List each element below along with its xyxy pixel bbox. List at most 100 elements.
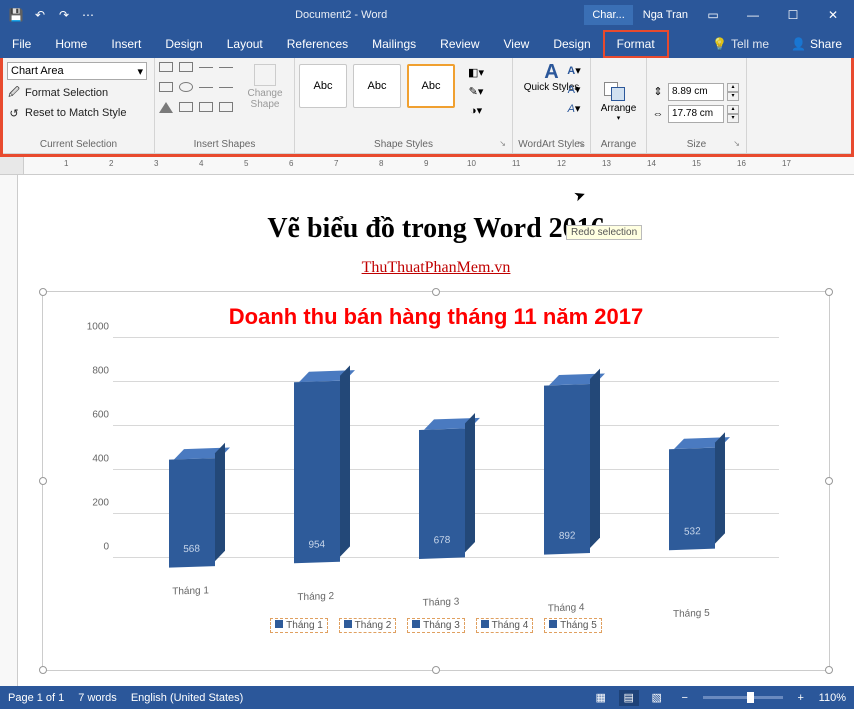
status-language[interactable]: English (United States) — [131, 692, 244, 704]
zoom-slider[interactable] — [703, 696, 783, 699]
page-canvas[interactable]: ➤ Redo selection Vẽ biểu đồ trong Word 2… — [18, 175, 854, 686]
zoom-in-icon[interactable]: + — [791, 690, 811, 706]
shape-style-preset[interactable]: Abc — [407, 64, 455, 108]
tab-layout[interactable]: Layout — [215, 30, 275, 58]
resize-handle[interactable] — [825, 666, 833, 674]
horizontal-ruler[interactable]: 123 456 789 101112 131415 1617 — [0, 157, 854, 175]
maximize-icon[interactable]: ☐ — [778, 0, 808, 30]
chart-tools-context-tab[interactable]: Char... — [584, 5, 632, 25]
text-outline-button[interactable]: A▾ — [564, 81, 584, 98]
resize-handle[interactable] — [825, 288, 833, 296]
tab-home[interactable]: Home — [43, 30, 99, 58]
width-spinner[interactable]: ▴▾ — [727, 105, 739, 123]
shape-gallery[interactable] — [159, 60, 239, 124]
resize-handle[interactable] — [39, 477, 47, 485]
dialog-launcher-icon[interactable]: ↘ — [499, 139, 506, 148]
chart-object[interactable]: Doanh thu bán hàng tháng 11 năm 2017 0 2… — [42, 291, 830, 671]
chart-element-dropdown[interactable]: Chart Area▾ — [7, 62, 147, 80]
width-input[interactable]: 17.78 cm — [668, 105, 724, 123]
redo-icon[interactable]: ↷ — [56, 7, 72, 23]
change-shape-icon — [254, 64, 276, 86]
arrange-icon — [601, 79, 629, 103]
tab-format[interactable]: Format — [603, 30, 669, 58]
title-bar: 💾 ↶ ↷ ⋯ Document2 - Word Char... Nga Tra… — [0, 0, 854, 30]
dialog-launcher-icon[interactable]: ↘ — [577, 139, 584, 148]
text-fill-button[interactable]: A▾ — [564, 62, 584, 79]
vertical-ruler[interactable] — [0, 175, 18, 686]
shape-fill-button[interactable]: ◧▾ — [463, 64, 489, 81]
shape-style-preset[interactable]: Abc — [299, 64, 347, 108]
tab-mailings[interactable]: Mailings — [360, 30, 428, 58]
qat-more-icon[interactable]: ⋯ — [80, 7, 96, 23]
shape-style-preset[interactable]: Abc — [353, 64, 401, 108]
resize-handle[interactable] — [825, 477, 833, 485]
share-button[interactable]: 👤Share — [779, 37, 854, 51]
chart-legend[interactable]: Tháng 1 Tháng 2 Tháng 3 Tháng 4 Tháng 5 — [43, 618, 829, 633]
width-icon: ⇔ — [651, 107, 665, 121]
bulb-icon: 💡 — [712, 37, 727, 51]
height-spinner[interactable]: ▴▾ — [727, 83, 739, 101]
chart-plot-area[interactable]: 0 200 400 600 800 1000 568Tháng 1 954Thá… — [113, 338, 779, 578]
bar[interactable]: 568 — [169, 458, 215, 568]
resize-handle[interactable] — [432, 666, 440, 674]
ribbon-options-icon[interactable]: ▭ — [698, 0, 728, 30]
tell-me-search[interactable]: 💡Tell me — [702, 37, 779, 51]
fill-icon: ◧ — [468, 66, 478, 79]
tab-design[interactable]: Design — [153, 30, 214, 58]
bar[interactable]: 892 — [544, 384, 590, 555]
bar[interactable]: 532 — [669, 448, 715, 551]
arrange-button[interactable]: Arrange ▾ — [601, 75, 637, 122]
chart-bars: 568Tháng 1 954Tháng 2 678Tháng 3 892Thán… — [133, 357, 759, 569]
user-name[interactable]: Nga Tran — [643, 9, 688, 21]
tab-review[interactable]: Review — [428, 30, 491, 58]
tab-file[interactable]: File — [0, 30, 43, 58]
close-icon[interactable]: ✕ — [818, 0, 848, 30]
group-label: Size↘ — [651, 137, 742, 153]
group-size: ⇕ 8.89 cm ▴▾ ⇔ 17.78 cm ▴▾ Size↘ — [647, 58, 747, 153]
tab-references[interactable]: References — [275, 30, 360, 58]
group-wordart-styles: A Quick Styles A▾ A▾ A▾ WordArt Styles↘ — [513, 58, 591, 153]
read-mode-icon[interactable]: ▦ — [591, 690, 611, 706]
resize-handle[interactable] — [39, 666, 47, 674]
minimize-icon[interactable]: ― — [738, 0, 768, 30]
change-shape-button: Change Shape — [241, 60, 289, 110]
ribbon-format: Chart Area▾ 🖉Format Selection ↺Reset to … — [3, 58, 851, 154]
height-input[interactable]: 8.89 cm — [668, 83, 724, 101]
resize-handle[interactable] — [432, 288, 440, 296]
shape-outline-button[interactable]: ✎▾ — [463, 83, 489, 100]
shape-effects-button[interactable]: ◑▾ — [463, 102, 489, 119]
text-effects-button[interactable]: A▾ — [564, 100, 584, 117]
bar[interactable]: 954 — [294, 381, 340, 564]
tab-insert[interactable]: Insert — [99, 30, 153, 58]
zoom-level[interactable]: 110% — [819, 692, 846, 704]
effects-icon: ◑ — [470, 105, 477, 117]
status-page[interactable]: Page 1 of 1 — [8, 692, 64, 704]
tab-view[interactable]: View — [492, 30, 542, 58]
chart-title[interactable]: Doanh thu bán hàng tháng 11 năm 2017 — [43, 292, 829, 338]
page-hyperlink[interactable]: ThuThuatPhanMem.vn — [36, 259, 836, 277]
format-icon: 🖉 — [7, 86, 21, 100]
tab-chart-design[interactable]: Design — [541, 30, 602, 58]
save-icon[interactable]: 💾 — [8, 7, 24, 23]
group-label: Insert Shapes — [159, 137, 290, 153]
group-label: Arrange — [595, 137, 642, 153]
dialog-launcher-icon[interactable]: ↘ — [733, 139, 740, 148]
format-selection-button[interactable]: 🖉Format Selection — [7, 86, 108, 100]
x-label: Tháng 1 — [151, 585, 231, 599]
zoom-out-icon[interactable]: − — [675, 690, 695, 706]
x-label: Tháng 3 — [401, 596, 481, 610]
ribbon-tabs: File Home Insert Design Layout Reference… — [0, 30, 854, 58]
bar[interactable]: 678 — [419, 428, 465, 559]
x-label: Tháng 4 — [526, 601, 606, 615]
x-label: Tháng 2 — [276, 590, 356, 604]
share-icon: 👤 — [791, 37, 806, 51]
group-shape-styles: Abc Abc Abc ◧▾ ✎▾ ◑▾ Shape Styles↘ — [295, 58, 513, 153]
reset-match-style-button[interactable]: ↺Reset to Match Style — [7, 106, 127, 120]
web-layout-icon[interactable]: ▧ — [647, 690, 667, 706]
mouse-cursor: ➤ — [571, 186, 588, 206]
undo-icon[interactable]: ↶ — [32, 7, 48, 23]
outline-icon: ✎ — [469, 85, 478, 98]
resize-handle[interactable] — [39, 288, 47, 296]
print-layout-icon[interactable]: ▤ — [619, 690, 639, 706]
status-wordcount[interactable]: 7 words — [78, 692, 117, 704]
